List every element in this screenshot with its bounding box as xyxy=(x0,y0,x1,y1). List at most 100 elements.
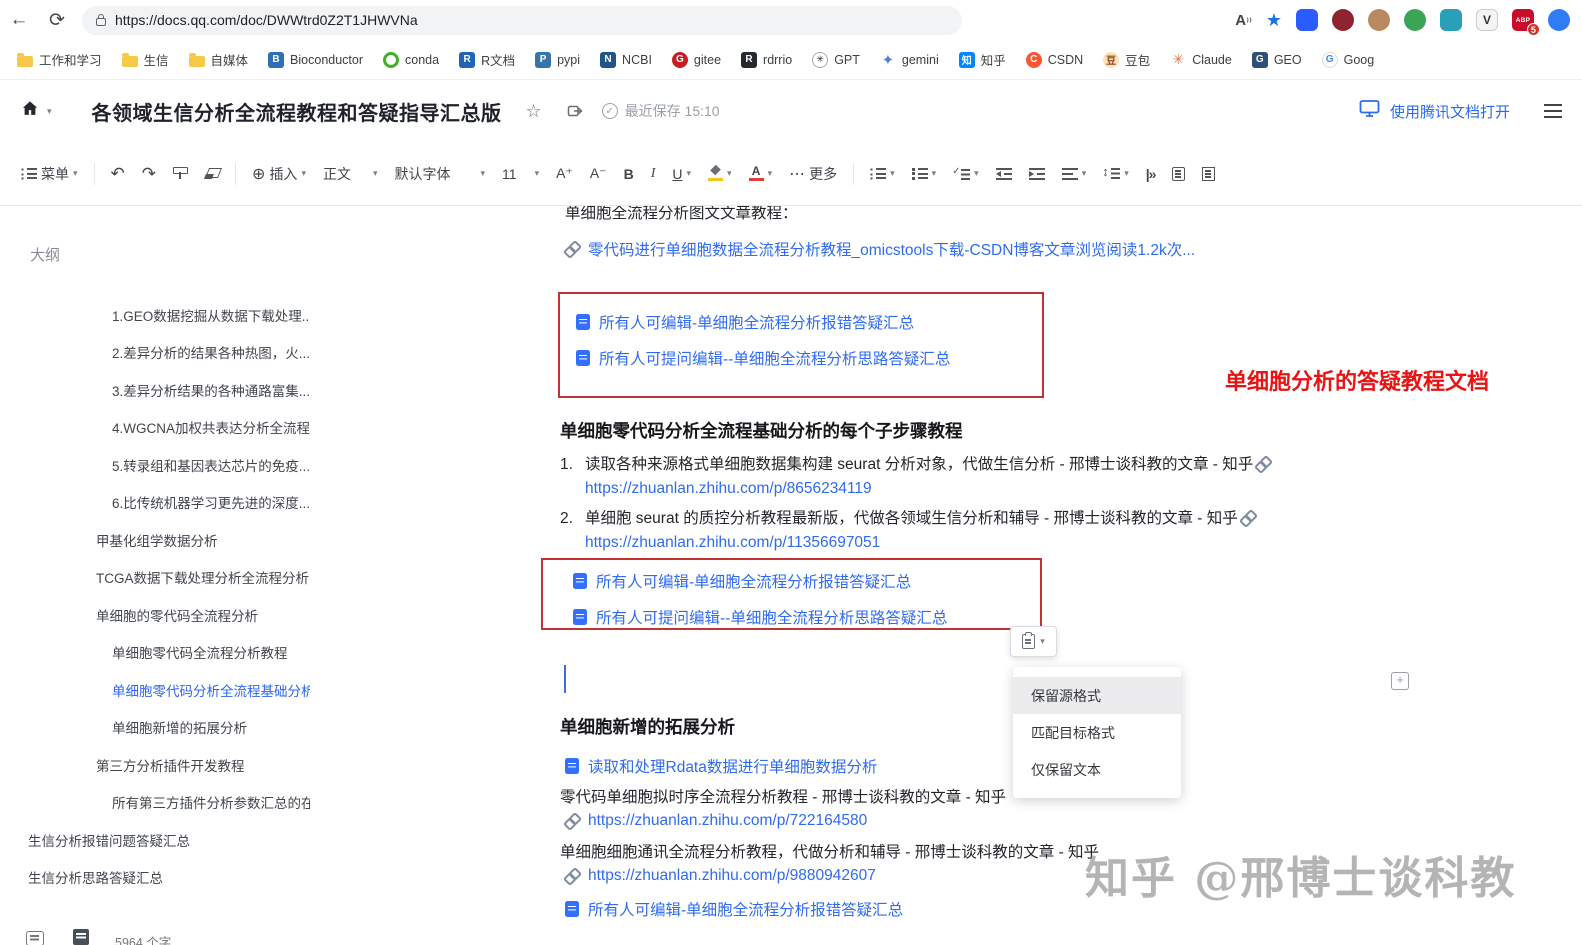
document-canvas[interactable]: 单细胞全流程分析图文文章教程： 零代码进行单细胞数据全流程分析教程_omicst… xyxy=(310,206,1582,945)
bookmark-doubao[interactable]: 豆豆包 xyxy=(1094,46,1159,73)
undo-button[interactable] xyxy=(104,158,132,190)
extension-icon-green[interactable] xyxy=(1404,9,1426,31)
font-family-select[interactable]: 默认字体 xyxy=(388,158,493,190)
rdata-link[interactable]: 读取和处理Rdata数据进行单细胞数据分析 xyxy=(565,755,877,777)
add-comment-icon[interactable] xyxy=(1391,672,1409,690)
csdn-tutorial-link[interactable]: 零代码进行单细胞数据全流程分析教程_omicstools下载-CSDN博客文章浏… xyxy=(565,238,1195,260)
bookmark-geo[interactable]: G GEO xyxy=(1243,48,1311,72)
extension-icon-bear[interactable] xyxy=(1368,9,1390,31)
outline-item-plugin-dev[interactable]: 第三方分析插件开发教程 xyxy=(0,746,310,784)
qa-ask-link[interactable]: 所有人可提问编辑--单细胞全流程分析思路答疑汇总 xyxy=(573,599,1040,635)
underline-button[interactable] xyxy=(665,160,698,188)
bookmark-work-study[interactable]: 工作和学习 xyxy=(8,46,111,73)
read-aloud-icon[interactable] xyxy=(1235,12,1252,29)
redo-button[interactable] xyxy=(135,158,163,190)
font-size-increase-button[interactable] xyxy=(549,159,580,188)
numbered-list-button[interactable] xyxy=(905,162,944,186)
extension-icon-vimium[interactable]: V xyxy=(1476,9,1498,31)
outline-item-tcga[interactable]: TCGA数据下载处理分析全流程分析 xyxy=(0,559,310,597)
font-color-button[interactable] xyxy=(742,160,780,187)
back-icon[interactable] xyxy=(0,9,38,31)
bookmark-gitee[interactable]: Ggitee xyxy=(663,48,730,72)
menu-item-keep-text-only[interactable]: 仅保留文本 xyxy=(1013,751,1181,788)
favorite-star-icon[interactable] xyxy=(1266,10,1282,31)
zhihu-url-link[interactable]: https://zhuanlan.zhihu.com/p/8656234119 xyxy=(585,480,872,497)
outline-item-singlecell-nocode[interactable]: 单细胞的零代码全流程分析 xyxy=(0,596,310,634)
zhihu-url-link[interactable]: https://zhuanlan.zhihu.com/p/11356697051 xyxy=(585,534,880,551)
outline-item-sc-extension[interactable]: 单细胞新增的拓展分析 xyxy=(0,709,310,747)
bookmark-claude[interactable]: ✳ Claude xyxy=(1161,48,1241,72)
bookmark-media[interactable]: 自媒体 xyxy=(180,46,258,73)
chevron-down-icon[interactable] xyxy=(47,106,52,117)
hamburger-menu-icon[interactable] xyxy=(1544,104,1562,118)
outline-item-pathway[interactable]: 3.差异分析结果的各种通路富集... xyxy=(0,371,310,409)
refresh-icon[interactable] xyxy=(38,9,76,32)
bookmark-label: GPT xyxy=(834,52,860,67)
outline-item-deeplearning[interactable]: 6.比传统机器学习更先进的深度... xyxy=(0,484,310,522)
italic-button[interactable] xyxy=(644,160,663,188)
address-bar[interactable]: https://docs.qq.com/doc/DWWtrd0Z2T1JHWVN… xyxy=(82,5,962,35)
pages-icon[interactable] xyxy=(73,929,89,945)
bookmark-bioinfo[interactable]: 生信 xyxy=(113,46,178,73)
menu-item-match-target-format[interactable]: 匹配目标格式 xyxy=(1013,714,1181,751)
paragraph-style-select[interactable]: 正文 xyxy=(316,158,385,190)
extension-icon-adblock[interactable]: ABP 5 xyxy=(1512,9,1540,36)
bookmark-bioconductor[interactable]: B Bioconductor xyxy=(259,48,372,72)
outdent-button[interactable] xyxy=(989,162,1019,186)
insert-button[interactable]: 插入 xyxy=(245,158,313,190)
more-button[interactable]: 更多 xyxy=(782,158,844,190)
outline-item-geo[interactable]: 1.GEO数据挖掘从数据下载处理... xyxy=(0,296,310,334)
checklist-button[interactable] xyxy=(946,162,986,186)
open-in-tencent-docs-link[interactable]: 使用腾讯文档打开 xyxy=(1390,101,1510,122)
bullet-list-button[interactable] xyxy=(863,162,902,186)
extension-icon-table[interactable] xyxy=(1440,9,1462,31)
clear-format-button[interactable] xyxy=(197,162,226,186)
bookmark-csdn[interactable]: C CSDN xyxy=(1017,48,1092,72)
extension-icon-screenshot[interactable] xyxy=(1332,9,1354,31)
grid-icon[interactable] xyxy=(26,931,44,945)
home-icon[interactable] xyxy=(20,99,40,123)
bookmark-ncbi[interactable]: N NCBI xyxy=(591,48,661,72)
paste-options-button[interactable] xyxy=(1010,626,1057,657)
bookmark-google[interactable]: G Goog xyxy=(1313,48,1384,72)
outline-item-sc-basic-active[interactable]: 单细胞零代码分析全流程基础分析... xyxy=(0,671,310,709)
bottom-qa-edit-link[interactable]: 所有人可编辑-单细胞全流程分析报错答疑汇总 xyxy=(565,898,903,920)
bold-button[interactable] xyxy=(617,160,641,188)
line-spacing-button[interactable] xyxy=(1096,161,1136,186)
menu-button[interactable]: 菜单 xyxy=(14,158,85,190)
pseudotime-url-link[interactable]: https://zhuanlan.zhihu.com/p/722164580 xyxy=(565,812,867,830)
qa-ask-link[interactable]: 所有人可提问编辑--单细胞全流程分析思路答疑汇总 xyxy=(576,340,1042,376)
qa-edit-link[interactable]: 所有人可编辑-单细胞全流程分析报错答疑汇总 xyxy=(573,563,1040,599)
extension-icon-blue[interactable] xyxy=(1548,9,1570,31)
outline-item-sc-tutorial[interactable]: 单细胞零代码全流程分析教程 xyxy=(0,634,310,672)
blockquote-button[interactable] xyxy=(1139,160,1163,188)
indent-button[interactable] xyxy=(1022,162,1052,186)
menu-item-keep-source-format[interactable]: 保留源格式 xyxy=(1013,677,1181,714)
highlight-color-button[interactable] xyxy=(701,160,739,187)
bookmark-rdrrio[interactable]: Rrdrrio xyxy=(732,48,801,72)
font-size-select[interactable]: 11 xyxy=(495,160,546,188)
bookmark-conda[interactable]: conda xyxy=(374,48,448,72)
bookmark-rdocs[interactable]: R R文档 xyxy=(450,46,524,73)
outline-item-diff-heatmap[interactable]: 2.差异分析的结果各种热图，火... xyxy=(0,334,310,372)
star-doc-icon[interactable] xyxy=(526,101,542,122)
outline-item-plugin-params[interactable]: 所有第三方插件分析参数汇总的在... xyxy=(0,784,310,822)
outline-item-immune[interactable]: 5.转录组和基因表达芯片的免疫... xyxy=(0,446,310,484)
bookmark-pypi[interactable]: Ppypi xyxy=(526,48,589,72)
cellchat-url-link[interactable]: https://zhuanlan.zhihu.com/p/9880942607 xyxy=(565,867,876,885)
qa-edit-link[interactable]: 所有人可编辑-单细胞全流程分析报错答疑汇总 xyxy=(576,304,1042,340)
outline-item-error-qa[interactable]: 生信分析报错问题答疑汇总 xyxy=(0,821,310,859)
outline-item-methylation[interactable]: 甲基化组学数据分析 xyxy=(0,521,310,559)
extra-tool-button[interactable] xyxy=(1195,161,1222,187)
extension-icon-docs[interactable] xyxy=(1296,9,1318,31)
page-layout-button[interactable] xyxy=(1165,161,1192,187)
format-painter-button[interactable] xyxy=(166,161,194,186)
align-button[interactable] xyxy=(1055,162,1094,186)
bookmark-gemini[interactable]: ✦ gemini xyxy=(871,48,948,72)
share-icon[interactable] xyxy=(566,102,584,120)
font-size-decrease-button[interactable] xyxy=(583,159,614,188)
outline-item-idea-qa[interactable]: 生信分析思路答疑汇总 xyxy=(0,859,310,897)
bookmark-gpt[interactable]: ✳ GPT xyxy=(803,48,869,72)
outline-item-wgcna[interactable]: 4.WGCNA加权共表达分析全流程... xyxy=(0,409,310,447)
bookmark-zhihu[interactable]: 知知乎 xyxy=(950,46,1015,73)
